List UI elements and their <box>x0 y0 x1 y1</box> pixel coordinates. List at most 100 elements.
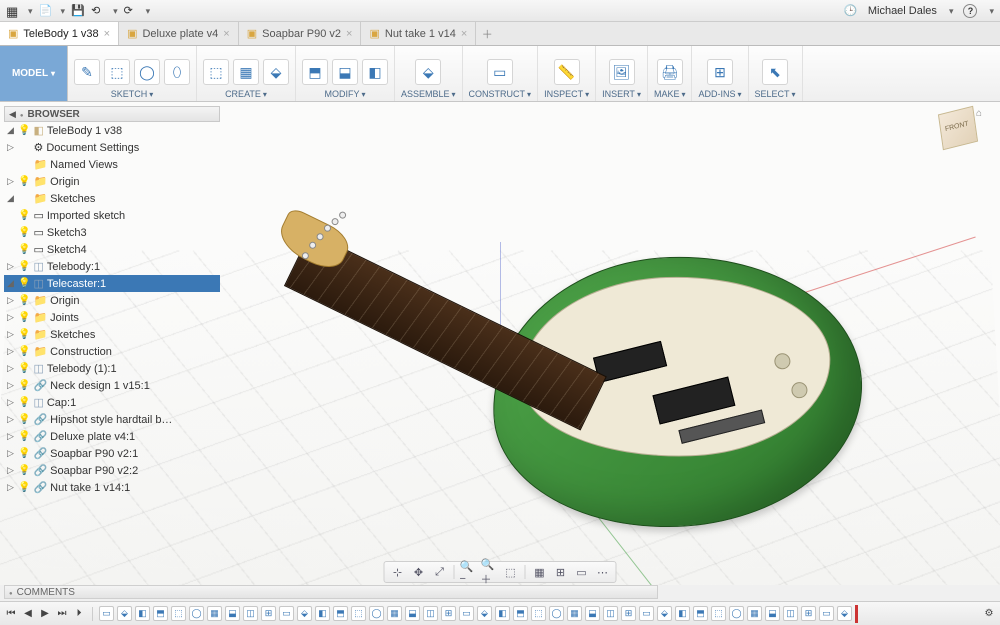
ribbon-tool-icon[interactable]: ⬒ <box>302 59 328 85</box>
lightbulb-icon[interactable]: 💡 <box>18 380 30 391</box>
tree-node[interactable]: ▷💡◫Telebody (1):1 <box>4 360 220 377</box>
tree-node[interactable]: ▷💡🔗Soapbar P90 v2:2 <box>4 462 220 479</box>
timeline-feature[interactable]: ▭ <box>99 606 114 621</box>
timeline-feature[interactable]: ⬚ <box>171 606 186 621</box>
tree-node[interactable]: ▷💡🔗Nut take 1 v14:1 <box>4 479 220 496</box>
ribbon-group-label[interactable]: MAKE <box>654 89 686 99</box>
expand-icon[interactable]: ▷ <box>6 142 15 153</box>
expand-icon[interactable]: ▷ <box>6 363 15 374</box>
lightbulb-icon[interactable]: 💡 <box>18 329 30 340</box>
tree-node[interactable]: ◢💡◫Telecaster:1 <box>4 275 220 292</box>
tree-node[interactable]: ▷💡📁Origin <box>4 173 220 190</box>
timeline-feature[interactable]: ⬒ <box>153 606 168 621</box>
tree-node[interactable]: ▷💡📁Construction <box>4 343 220 360</box>
view-tool-icon[interactable]: 🔍− <box>460 564 478 580</box>
timeline-feature[interactable]: ⬒ <box>693 606 708 621</box>
ribbon-tool-icon[interactable]: ⬚ <box>203 59 229 85</box>
timeline-playhead[interactable] <box>855 605 858 623</box>
timeline-feature[interactable]: ◧ <box>495 606 510 621</box>
ribbon-tool-icon[interactable]: ▭ <box>487 59 513 85</box>
gear-icon[interactable]: ⚙ <box>982 607 996 621</box>
lightbulb-icon[interactable]: 💡 <box>18 244 30 255</box>
timeline-feature[interactable]: ◯ <box>549 606 564 621</box>
view-tool-icon[interactable]: ⬚ <box>502 564 520 580</box>
redo-icon[interactable] <box>124 4 138 18</box>
timeline-feature[interactable]: ▦ <box>207 606 222 621</box>
tree-node[interactable]: ▷💡◫Telebody:1 <box>4 258 220 275</box>
tree-node[interactable]: ▷💡📁Joints <box>4 309 220 326</box>
timeline-feature[interactable]: ⬒ <box>513 606 528 621</box>
timeline-feature[interactable]: ⊞ <box>261 606 276 621</box>
close-icon[interactable]: × <box>346 28 352 40</box>
timeline-feature[interactable]: ◧ <box>675 606 690 621</box>
file-caret[interactable] <box>59 5 66 17</box>
timeline-feature[interactable]: ▭ <box>819 606 834 621</box>
lightbulb-icon[interactable]: 💡 <box>18 176 30 187</box>
timeline-transport-button[interactable]: ▶ <box>38 607 52 621</box>
ribbon-tool-icon[interactable]: 🖼 <box>609 59 635 85</box>
ribbon-group-label[interactable]: INSPECT <box>544 89 589 99</box>
comments-bar[interactable]: COMMENTS <box>4 585 658 599</box>
lightbulb-icon[interactable]: 💡 <box>18 414 30 425</box>
timeline-feature[interactable]: ◯ <box>189 606 204 621</box>
ribbon-group-label[interactable]: ASSEMBLE <box>401 89 456 99</box>
ribbon-group-label[interactable]: INSERT <box>602 89 641 99</box>
expand-icon[interactable]: ▷ <box>6 414 15 425</box>
timeline-feature[interactable]: ▦ <box>567 606 582 621</box>
timeline-feature[interactable]: ⊞ <box>441 606 456 621</box>
apps-icon[interactable] <box>6 4 20 18</box>
lightbulb-icon[interactable]: 💡 <box>18 227 30 238</box>
undo-caret[interactable] <box>111 5 118 17</box>
view-cube-face[interactable]: FRONT <box>938 106 978 150</box>
tree-node[interactable]: ▷💡🔗Soapbar P90 v2:1 <box>4 445 220 462</box>
timeline-feature[interactable]: ▭ <box>279 606 294 621</box>
ribbon-tool-icon[interactable]: ⊞ <box>707 59 733 85</box>
lightbulb-icon[interactable]: 💡 <box>18 346 30 357</box>
expand-icon[interactable]: ▷ <box>6 295 15 306</box>
timeline-feature[interactable]: ▭ <box>459 606 474 621</box>
timeline-feature[interactable]: ⬓ <box>765 606 780 621</box>
timeline-feature[interactable]: ⬓ <box>585 606 600 621</box>
tree-node[interactable]: ▷💡📁Origin <box>4 292 220 309</box>
view-tool-icon[interactable]: ⊹ <box>389 564 407 580</box>
expand-icon[interactable]: ▷ <box>6 448 15 459</box>
help-caret[interactable] <box>987 5 994 17</box>
timeline-feature[interactable]: ⊞ <box>621 606 636 621</box>
tree-node[interactable]: 💡▭Sketch3 <box>4 224 220 241</box>
view-tool-icon[interactable]: ▭ <box>573 564 591 580</box>
ribbon-tool-icon[interactable]: ⬙ <box>263 59 289 85</box>
apps-caret[interactable] <box>26 5 33 17</box>
timeline-feature[interactable]: ◫ <box>423 606 438 621</box>
ribbon-group-label[interactable]: CREATE <box>225 89 267 99</box>
timeline-feature[interactable]: ⬚ <box>711 606 726 621</box>
ribbon-tool-icon[interactable]: ⬙ <box>415 59 441 85</box>
clock-icon[interactable] <box>844 4 858 18</box>
lightbulb-icon[interactable]: 💡 <box>18 482 30 493</box>
lightbulb-icon[interactable]: 💡 <box>18 261 30 272</box>
ribbon-group-label[interactable]: MODIFY <box>324 89 365 99</box>
timeline-feature[interactable]: ⬓ <box>225 606 240 621</box>
view-tool-icon[interactable]: ⋯ <box>594 564 612 580</box>
doc-tab[interactable]: ▣Soapbar P90 v2× <box>239 22 362 45</box>
close-icon[interactable]: × <box>104 28 110 40</box>
lightbulb-icon[interactable]: 💡 <box>18 210 30 221</box>
tree-node[interactable]: ◢💡📁Sketches <box>4 190 220 207</box>
redo-caret[interactable] <box>144 5 151 17</box>
timeline-feature[interactable]: ⬙ <box>297 606 312 621</box>
timeline-feature[interactable]: ◫ <box>603 606 618 621</box>
timeline-feature[interactable]: ⬙ <box>477 606 492 621</box>
lightbulb-icon[interactable]: 💡 <box>18 295 30 306</box>
ribbon-tool-icon[interactable]: ⬉ <box>762 59 788 85</box>
timeline-feature[interactable]: ◧ <box>135 606 150 621</box>
ribbon-tool-icon[interactable]: 📏 <box>554 59 580 85</box>
timeline-feature[interactable]: ▦ <box>747 606 762 621</box>
doc-tab[interactable]: ▣Deluxe plate v4× <box>119 22 239 45</box>
view-cube[interactable]: ⌂ FRONT <box>940 110 986 156</box>
expand-icon[interactable]: ▷ <box>6 482 15 493</box>
ribbon-tool-icon[interactable]: ⬚ <box>104 59 130 85</box>
tree-node[interactable]: ▷💡◫Cap:1 <box>4 394 220 411</box>
lightbulb-icon[interactable]: 💡 <box>18 397 30 408</box>
timeline-feature[interactable]: ▭ <box>639 606 654 621</box>
close-icon[interactable]: × <box>461 28 467 40</box>
undo-icon[interactable] <box>91 4 105 18</box>
